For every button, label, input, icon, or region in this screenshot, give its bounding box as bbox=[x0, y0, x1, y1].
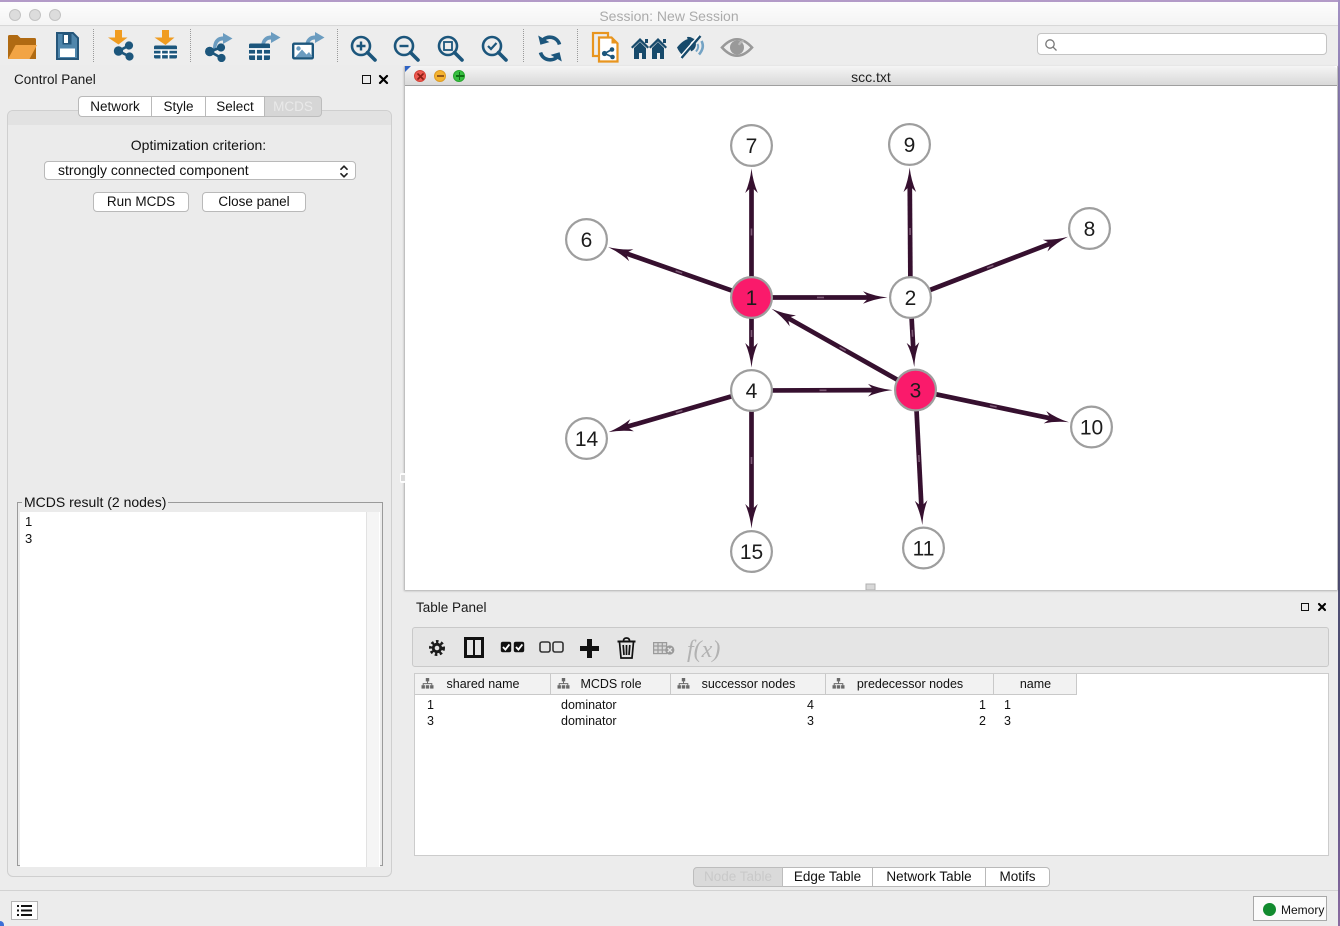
svg-text:10: 10 bbox=[1080, 416, 1103, 439]
svg-text:4: 4 bbox=[746, 380, 758, 403]
svg-text:7: 7 bbox=[746, 135, 758, 158]
svg-text:14: 14 bbox=[575, 428, 599, 451]
svg-text:2: 2 bbox=[905, 287, 917, 310]
svg-text:f(x): f(x) bbox=[687, 637, 720, 663]
svg-text:11: 11 bbox=[913, 537, 935, 560]
svg-text:6: 6 bbox=[581, 229, 593, 252]
svg-text:8: 8 bbox=[1084, 218, 1096, 241]
svg-text:3: 3 bbox=[910, 379, 922, 402]
svg-text:9: 9 bbox=[904, 134, 916, 157]
svg-text:1: 1 bbox=[746, 287, 758, 310]
svg-text:15: 15 bbox=[740, 541, 763, 564]
